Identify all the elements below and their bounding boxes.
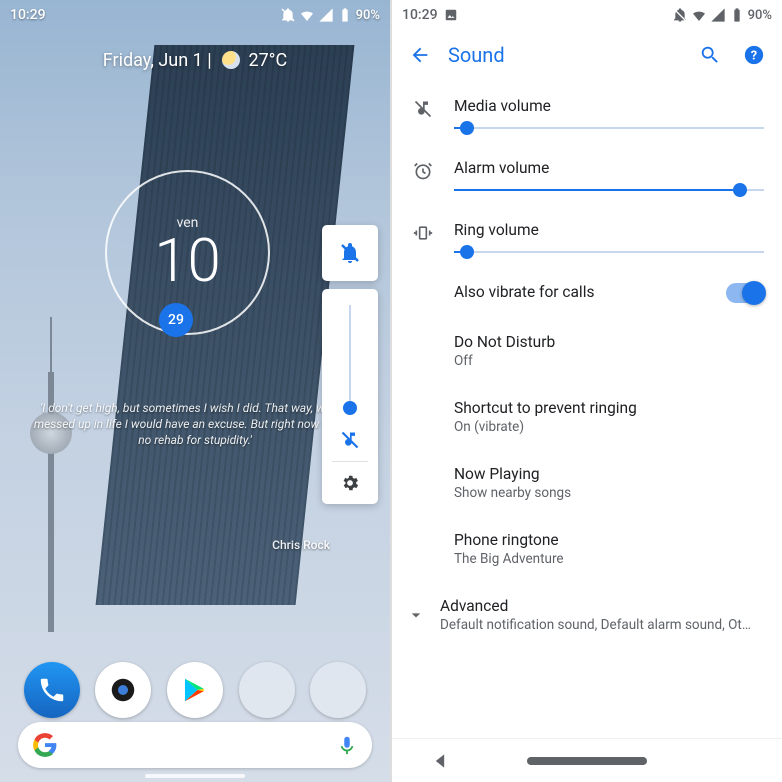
volume-slider[interactable] (349, 305, 351, 415)
media-volume-label: Media volume (454, 97, 764, 115)
appbar: Sound ? (392, 28, 782, 82)
search-bar[interactable] (18, 722, 372, 768)
wifi-icon (299, 7, 315, 23)
do-not-disturb-row[interactable]: Do Not Disturb Off (392, 318, 782, 384)
media-mute-button[interactable] (339, 429, 361, 451)
clock-widget[interactable]: ven 10 29 (105, 170, 270, 335)
search-button[interactable] (688, 33, 732, 77)
status-bar-left: 10:29 90% (0, 0, 390, 28)
status-time: 10:29 (402, 7, 438, 23)
clock-dayname: ven (177, 215, 199, 231)
help-button[interactable]: ? (732, 33, 776, 77)
ring-volume-row: Ring volume (392, 206, 782, 268)
phone-app-icon[interactable] (24, 662, 80, 718)
home-indicator[interactable] (145, 774, 245, 778)
battery-icon (337, 7, 353, 23)
music-off-icon (340, 430, 360, 450)
back-button[interactable] (398, 33, 442, 77)
help-icon: ? (743, 44, 765, 66)
status-battery: 90% (356, 8, 380, 23)
app-dock (0, 662, 390, 718)
media-volume-row: Media volume (392, 82, 782, 144)
weather-icon (222, 51, 240, 69)
app-folder-2[interactable] (310, 662, 366, 718)
alarm-icon (413, 161, 433, 181)
date-weather-line[interactable]: Friday, Jun 1 | 27°C (0, 50, 390, 71)
settings-screen: 10:29 90% Sound ? (392, 0, 782, 782)
svg-text:?: ? (751, 49, 757, 64)
clock-daynum: 10 (154, 231, 221, 291)
google-g-icon (32, 732, 58, 758)
home-screen: 10:29 90% Friday, Jun 1 | 27°C ven 10 29… (0, 0, 390, 782)
clock-badge: 29 (159, 303, 193, 337)
status-battery: 90% (748, 8, 772, 23)
volume-slider-panel (322, 289, 378, 504)
search-icon (699, 44, 721, 66)
battery-icon (729, 7, 745, 23)
vibrate-for-calls-label: Also vibrate for calls (454, 283, 726, 301)
ringer-mode-button[interactable] (322, 225, 378, 281)
status-bar-right: 10:29 90% (392, 0, 782, 28)
chevron-down-icon (392, 597, 440, 633)
bell-off-icon (280, 7, 296, 23)
nav-home-pill[interactable] (527, 757, 647, 765)
volume-panel (322, 225, 378, 504)
quote-author: Chris Rock (30, 537, 360, 553)
alarm-volume-slider[interactable] (454, 189, 764, 191)
arrow-left-icon (409, 44, 431, 66)
gear-icon (340, 473, 360, 493)
appbar-title: Sound (442, 43, 688, 67)
status-time: 10:29 (10, 7, 46, 23)
wifi-icon (691, 7, 707, 23)
app-folder-1[interactable] (239, 662, 295, 718)
alarm-volume-label: Alarm volume (454, 159, 764, 177)
bell-off-icon (672, 7, 688, 23)
camera-app-icon[interactable] (95, 662, 151, 718)
quote-text: 'I don't get high, but sometimes I wish … (34, 401, 356, 447)
media-volume-slider[interactable] (454, 127, 764, 129)
bell-slash-icon (338, 241, 362, 265)
ring-volume-slider[interactable] (454, 251, 764, 253)
alarm-volume-row: Alarm volume (392, 144, 782, 206)
nav-back-button[interactable] (430, 751, 450, 771)
mic-icon[interactable] (336, 734, 358, 756)
advanced-row[interactable]: Advanced Default notification sound, Def… (392, 582, 782, 648)
vibrate-icon (413, 223, 433, 243)
volume-knob[interactable] (343, 401, 357, 415)
settings-list: Media volume Alarm volume (392, 82, 782, 738)
ring-volume-label: Ring volume (454, 221, 764, 239)
vibrate-toggle[interactable] (726, 283, 764, 303)
nav-bar (392, 738, 782, 782)
phone-ringtone-row[interactable]: Phone ringtone The Big Adventure (392, 516, 782, 582)
signal-icon (710, 7, 726, 23)
volume-settings-button[interactable] (339, 472, 361, 494)
signal-icon (318, 7, 334, 23)
prevent-ringing-row[interactable]: Shortcut to prevent ringing On (vibrate) (392, 384, 782, 450)
music-off-icon (413, 99, 433, 119)
picture-icon (444, 8, 458, 22)
play-store-icon[interactable] (167, 662, 223, 718)
vibrate-for-calls-row[interactable]: Also vibrate for calls (392, 268, 782, 318)
now-playing-row[interactable]: Now Playing Show nearby songs (392, 450, 782, 516)
